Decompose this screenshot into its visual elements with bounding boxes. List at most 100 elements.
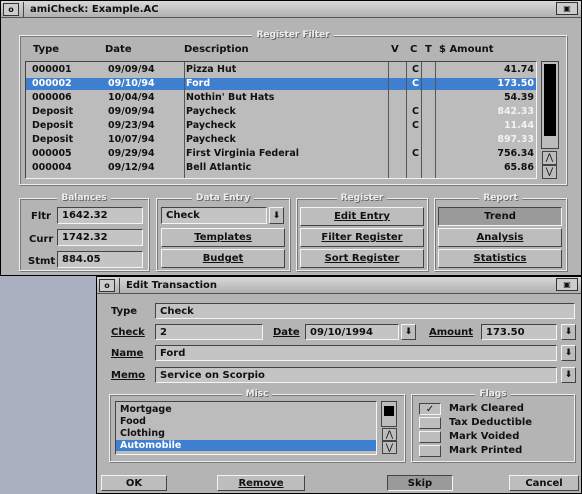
misc-scroll-thumb[interactable] [384,406,394,416]
skip-button[interactable]: Skip [387,475,453,491]
register-list[interactable]: 000001 09/09/94 Pizza Hut C 41.74 000002 09/10… [25,61,537,179]
flag-checkbox[interactable]: ✓ [419,403,441,415]
close-icon[interactable]: o [99,278,115,292]
column-divider [435,62,436,178]
column-header-voided: V [391,44,399,55]
list-item[interactable]: Clothing [120,428,376,439]
cell-c: C [412,106,419,117]
table-row[interactable]: Deposit 09/23/94 Paycheck C 11.44 [26,120,536,132]
flag-label: Tax Deductible [449,417,533,428]
cell-amount: 65.86 [503,162,534,173]
memo-dropdown-icon[interactable]: ⬇ [561,367,576,383]
table-row[interactable]: Deposit 10/07/94 Paycheck 897.33 [26,134,536,146]
cell-amount: 41.74 [503,64,534,75]
cell-date: 09/29/94 [108,148,155,159]
cell-date: 09/09/94 [108,64,155,75]
misc-scroll-down-icon[interactable]: ⋁ [382,441,397,454]
cell-desc: Paycheck [186,106,236,117]
column-divider [406,62,407,178]
column-header-type: Type [33,44,60,55]
cell-c: C [412,64,419,75]
stmt-balance: 884.05 [57,251,143,268]
dropdown-icon[interactable]: ⬇ [269,207,284,224]
register-label: Register [297,192,427,204]
column-header-description: Description [184,44,249,55]
cell-date: 09/23/94 [108,120,155,131]
cell-type: 000002 [32,78,72,89]
table-row[interactable]: Deposit 09/09/94 Paycheck C 842.33 [26,106,536,118]
list-item[interactable]: Mortgage [120,404,376,415]
cell-amount: 897.33 [497,134,534,145]
filter-register-button[interactable]: Filter Register [300,228,424,247]
check-number-field[interactable]: 2 [155,324,263,340]
main-window: o amiCheck: Example.AC ▣ Register Filter… [0,0,582,276]
register-scrollbar[interactable] [541,61,559,149]
memo-field[interactable]: Service on Scorpio [155,367,557,383]
cell-c: C [412,78,419,89]
name-label: Name [111,348,144,359]
check-label: Check [111,327,145,338]
name-field[interactable]: Ford [155,345,557,361]
edit-entry-button[interactable]: Edit Entry [300,207,424,226]
templates-button[interactable]: Templates [161,228,285,247]
scroll-down-icon[interactable]: ⋁ [542,165,557,179]
amount-label: Amount [429,327,474,338]
list-item[interactable]: Food [120,416,376,427]
table-row[interactable]: 000005 09/29/94 First Virginia Federal C 756… [26,148,536,160]
window-title: amiCheck: Example.AC [30,3,159,15]
name-dropdown-icon[interactable]: ⬇ [561,345,576,361]
table-row[interactable]: 000002 09/10/94 Ford C 173.50 [26,78,536,90]
budget-button[interactable]: Budget [161,249,285,268]
table-row[interactable]: 000001 09/09/94 Pizza Hut C 41.74 [26,64,536,76]
amount-field[interactable]: 173.50 [481,324,557,340]
trend-button[interactable]: Trend [438,207,562,226]
cell-date: 09/09/94 [108,106,155,117]
scroll-up-icon[interactable]: ⋀ [542,151,557,165]
table-row[interactable]: 000004 09/12/94 Bell Atlantic 65.86 [26,162,536,174]
cell-desc: Ford [186,78,211,89]
cell-type: 000006 [32,92,72,103]
column-divider [421,62,422,178]
sort-register-button[interactable]: Sort Register [300,249,424,268]
report-label: Report [435,192,566,204]
flag-label: Mark Printed [449,445,523,456]
column-header-cleared: C [410,44,418,55]
cancel-button[interactable]: Cancel [509,475,579,491]
misc-scrollbar[interactable] [381,401,397,427]
misc-scroll-up-icon[interactable]: ⋀ [382,428,397,441]
edit-window-title: Edit Transaction [126,279,218,291]
date-label: Date [273,327,300,338]
fltr-balance: 1642.32 [57,207,143,224]
statistics-button[interactable]: Statistics [438,249,562,268]
main-window-titlebar[interactable]: o amiCheck: Example.AC ▣ [1,1,581,18]
list-item[interactable]: Automobile [116,440,376,451]
cell-amount: 173.50 [497,78,534,89]
register-scroll-thumb[interactable] [544,64,556,136]
flag-checkbox[interactable] [419,417,441,429]
titlebar-separator [119,277,120,293]
type-field[interactable]: Check [155,303,575,319]
remove-button[interactable]: Remove [217,475,305,491]
ok-button[interactable]: OK [101,475,167,491]
balances-label: Balances [20,192,148,204]
edit-window-titlebar[interactable]: o Edit Transaction ▣ [97,277,581,294]
misc-list[interactable]: Mortgage Food Clothing Automobile [115,401,377,455]
cell-desc: Bell Atlantic [186,162,252,173]
cell-date: 09/12/94 [108,162,155,173]
stmt-label: Stmt [28,256,56,267]
amount-dropdown-icon[interactable]: ⬇ [561,324,576,340]
date-field[interactable]: 09/10/1994 [305,324,399,340]
close-icon[interactable]: o [3,2,19,16]
table-row[interactable]: 000006 10/04/94 Nothin' But Hats 54.39 [26,92,536,104]
depth-gadget-icon[interactable]: ▣ [556,278,578,291]
entry-type-select[interactable]: Check [161,207,267,224]
depth-gadget-icon[interactable]: ▣ [556,2,578,15]
date-dropdown-icon[interactable]: ⬇ [401,324,416,340]
analysis-button[interactable]: Analysis [438,228,562,247]
cell-amount: 756.34 [497,148,534,159]
flag-checkbox[interactable] [419,445,441,457]
column-header-date: Date [105,44,132,55]
flag-checkbox[interactable] [419,431,441,443]
curr-balance: 1742.32 [57,229,143,246]
edit-transaction-window: o Edit Transaction ▣ Type Check Check 2 … [96,276,582,494]
